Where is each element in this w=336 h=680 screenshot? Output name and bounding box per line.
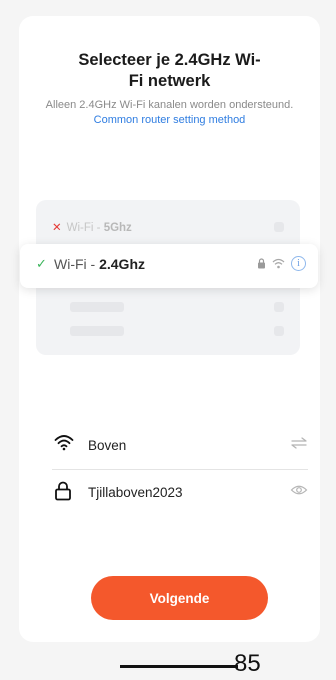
field-divider	[52, 469, 308, 470]
network-5g-band: 5Ghz	[103, 222, 132, 234]
check-icon: ✓	[36, 256, 47, 271]
wifi-name-value[interactable]: Boven	[88, 438, 126, 453]
router-setting-link[interactable]: Common router setting method	[94, 114, 246, 126]
network-24-band: 2.4Ghz	[99, 256, 145, 272]
wifi-name-field[interactable]: Boven	[34, 426, 308, 466]
page-title: Selecteer je 2.4GHz Wi- Fi netwerk	[19, 50, 320, 92]
subtitle: Alleen 2.4GHz Wi-Fi kanalen worden onder…	[29, 98, 310, 128]
cross-icon: ✕	[52, 222, 62, 234]
wifi-icon	[54, 435, 74, 451]
title-line-1: Selecteer je 2.4GHz Wi-	[78, 51, 261, 69]
home-indicator	[120, 665, 238, 668]
wifi-small-icon	[272, 258, 285, 269]
network-5g-prefix: Wi-Fi -	[66, 222, 104, 234]
placeholder-block	[274, 222, 284, 232]
network-24-prefix: Wi-Fi -	[54, 256, 100, 272]
page-number: 85	[234, 650, 261, 677]
eye-icon[interactable]	[290, 483, 308, 497]
password-field[interactable]: Tjillaboven2023	[34, 473, 308, 513]
password-value[interactable]: Tjillaboven2023	[88, 485, 183, 500]
lock-small-icon	[258, 258, 265, 269]
next-button[interactable]: Volgende	[91, 576, 268, 620]
network-5g-row: ✕ Wi-Fi - 5Ghz	[52, 220, 132, 234]
swap-icon[interactable]	[290, 436, 308, 450]
placeholder-block	[70, 302, 124, 312]
placeholder-block	[274, 326, 284, 336]
network-24-row: ✓ Wi-Fi - 2.4Ghz i	[20, 244, 318, 288]
subtitle-text: Alleen 2.4GHz Wi-Fi kanalen worden onder…	[45, 99, 294, 111]
placeholder-block	[70, 326, 124, 336]
lock-icon	[55, 481, 71, 501]
placeholder-block	[274, 302, 284, 312]
info-icon: i	[291, 256, 306, 271]
title-line-2: Fi netwerk	[128, 72, 211, 90]
